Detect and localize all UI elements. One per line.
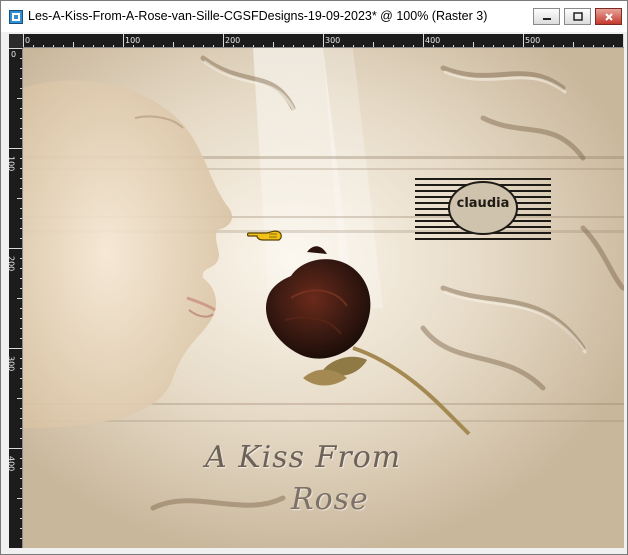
title-bar[interactable]: Les-A-Kiss-From-A-Rose-van-Sille-CGSFDes… xyxy=(1,1,627,32)
pointer-hand-icon xyxy=(247,230,282,241)
maximize-icon xyxy=(572,11,583,21)
app-icon xyxy=(9,10,23,24)
watermark-text: claudia xyxy=(456,196,510,211)
close-icon xyxy=(604,12,613,21)
ruler-left-ticks: 0 100 200 300 400 xyxy=(9,48,23,548)
ruler-left-label-200: 200 xyxy=(9,256,16,271)
minimize-icon xyxy=(542,17,551,20)
ruler-left-label-100: 100 xyxy=(9,156,16,171)
ruler-top-label-400: 400 xyxy=(425,36,440,45)
minimize-button[interactable] xyxy=(533,8,560,25)
ruler-top-label-0: 0 xyxy=(25,36,30,45)
close-button[interactable] xyxy=(595,8,622,25)
ruler-top-label-500: 500 xyxy=(525,36,540,45)
window-title: Les-A-Kiss-From-A-Rose-van-Sille-CGSFDes… xyxy=(28,9,488,23)
image-canvas[interactable]: claudia A Kiss From Rose xyxy=(23,48,624,548)
ruler-top-label-100: 100 xyxy=(125,36,140,45)
ruler-top-label-200: 200 xyxy=(225,36,240,45)
ruler-left-label-0: 0 xyxy=(11,50,16,59)
ruler-top-ticks: 0 100 200 300 400 500 xyxy=(23,34,624,48)
ruler-left-label-400: 400 xyxy=(9,456,16,471)
maximize-button[interactable] xyxy=(564,8,591,25)
ruler-corner xyxy=(9,34,23,48)
ruler-left[interactable]: 0 100 200 300 400 xyxy=(9,48,23,548)
artwork-caption-line1: A Kiss From xyxy=(205,440,402,475)
ruler-left-label-300: 300 xyxy=(9,356,16,371)
artwork-caption-line2: Rose xyxy=(291,482,369,517)
document-window: Les-A-Kiss-From-A-Rose-van-Sille-CGSFDes… xyxy=(0,0,628,555)
ruler-top-label-300: 300 xyxy=(325,36,340,45)
ruler-top[interactable]: 0 100 200 300 400 500 xyxy=(23,34,624,48)
